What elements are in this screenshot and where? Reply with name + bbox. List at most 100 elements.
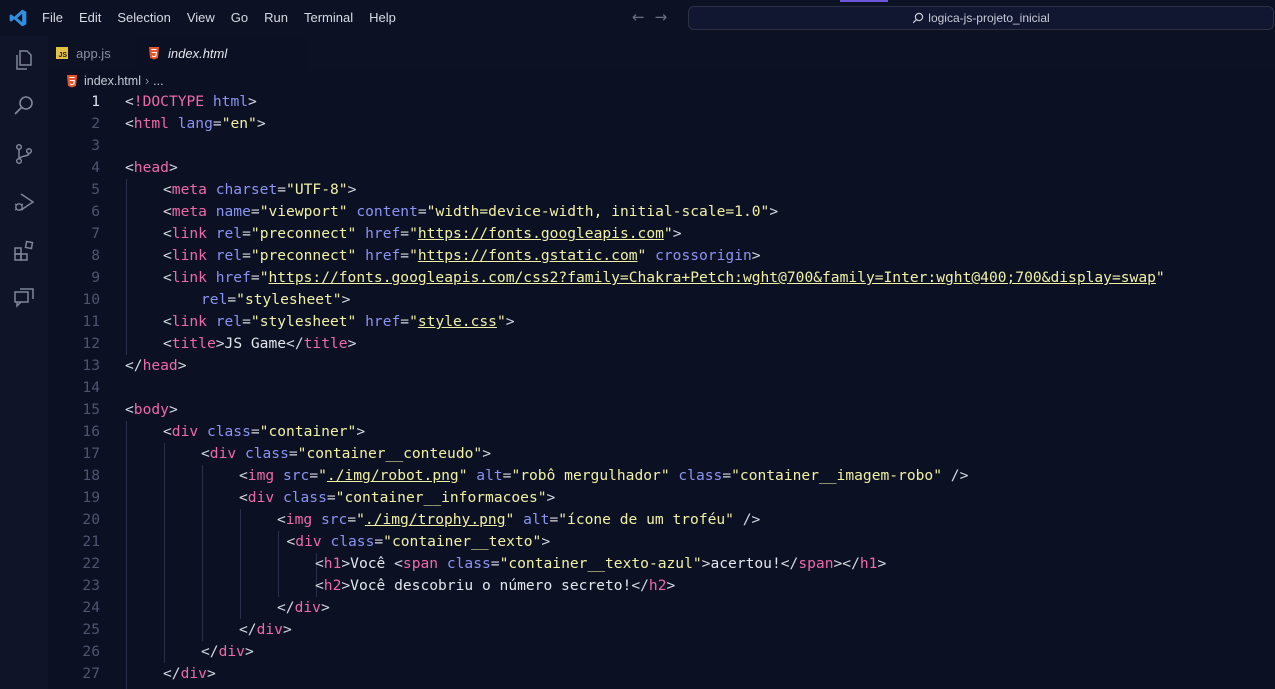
code-line[interactable]: 7 <link rel="preconnect" href="https://fo… (48, 223, 1275, 245)
code-line[interactable]: 27 </div> (48, 663, 1275, 685)
code-token: > (666, 577, 676, 594)
code-token: </ (201, 643, 219, 660)
code-line[interactable]: 10 rel="stylesheet"> (48, 289, 1275, 311)
code-line[interactable]: 3 (48, 135, 1275, 157)
run-debug-icon[interactable] (12, 190, 36, 214)
code-token: h1 (859, 555, 878, 572)
line-number: 7 (91, 225, 100, 242)
code-editor[interactable]: 1 <!DOCTYPE html> 2 <html lang="en"> 3 4 <head… (48, 91, 1275, 689)
forward-arrow-icon[interactable]: → (655, 8, 668, 26)
line-number: 4 (91, 159, 100, 176)
line-number: 9 (91, 269, 100, 286)
code-token: > (177, 357, 187, 374)
line-number: 8 (91, 247, 100, 264)
menu-go[interactable]: Go (223, 0, 256, 36)
line-number: 14 (82, 379, 100, 396)
code-line[interactable]: 17 <div class="container__conteudo"> (48, 443, 1275, 465)
menu-file[interactable]: File (34, 0, 71, 36)
code-token: meta (171, 181, 207, 198)
code-line[interactable]: 12 <title>JS Game</title> (48, 333, 1275, 355)
code-token: class (438, 555, 491, 572)
code-token: > (215, 335, 225, 352)
code-token: ./img/robot.png (326, 467, 459, 484)
code-text: <div class="container__informacoes"> (239, 487, 555, 509)
line-number: 24 (82, 599, 100, 616)
code-token: > (546, 489, 556, 506)
code-token: > (320, 599, 330, 616)
code-token: link (171, 313, 207, 330)
code-token: src (312, 511, 348, 528)
code-token: https://fonts.googleapis.com/css2?family… (268, 269, 1156, 286)
code-line[interactable]: 15 <body> (48, 399, 1275, 421)
code-token: " (409, 313, 418, 330)
code-line[interactable]: 26 </div> (48, 641, 1275, 663)
back-arrow-icon[interactable]: ← (632, 8, 645, 26)
tab-label: app.js (76, 45, 111, 61)
code-token: " (663, 225, 673, 242)
code-text: <img src="./img/trophy.png" alt="ícone d… (277, 509, 760, 531)
code-line[interactable]: 6 <meta name="viewport" content="width=de… (48, 201, 1275, 223)
code-line[interactable]: 24 </div> (48, 597, 1275, 619)
menu-view[interactable]: View (179, 0, 223, 36)
code-line[interactable]: 1 <!DOCTYPE html> (48, 91, 1275, 113)
code-line[interactable]: 4 <head> (48, 157, 1275, 179)
code-token: "container__texto-azul" (499, 555, 702, 572)
code-token: " (356, 511, 365, 528)
menu-terminal[interactable]: Terminal (296, 0, 361, 36)
code-token: < (315, 555, 324, 572)
code-line[interactable]: 16 <div class="container"> (48, 421, 1275, 443)
chat-icon[interactable] (12, 286, 36, 310)
code-token: h2 (323, 577, 342, 594)
code-token: </ (780, 555, 799, 572)
command-center-search[interactable]: logica-js-projeto_inicial (688, 6, 1274, 30)
code-token: > (751, 247, 761, 264)
menu-run[interactable]: Run (256, 0, 296, 36)
code-line[interactable]: 22 <h1>Você <span class="container__texto… (48, 553, 1275, 575)
code-token: "container" (259, 423, 357, 440)
code-line[interactable]: 14 (48, 377, 1275, 399)
code-line[interactable]: 18 <img src="./img/robot.png" alt="robô m… (48, 465, 1275, 487)
html-file-icon (67, 75, 77, 88)
tab-app-js[interactable]: JS app.js (48, 36, 134, 70)
menu-selection[interactable]: Selection (109, 0, 178, 36)
extensions-icon[interactable] (12, 239, 36, 263)
code-token: Você (350, 555, 395, 572)
line-number: 20 (82, 511, 100, 528)
line-number: 2 (91, 115, 100, 132)
tab-index-html[interactable]: index.html (136, 36, 308, 70)
code-token: "en" (221, 115, 257, 132)
code-token: alt (467, 467, 503, 484)
code-token: > (541, 533, 551, 550)
search-icon[interactable] (12, 94, 36, 118)
code-line[interactable]: 23 <h2>Você descobriu o número secreto!</… (48, 575, 1275, 597)
code-line[interactable]: 20 <img src="./img/trophy.png" alt="ícone… (48, 509, 1275, 531)
code-token: "robô mergulhador" (511, 467, 670, 484)
code-token: rel (206, 247, 243, 264)
code-token: h2 (648, 577, 667, 594)
code-line[interactable]: 21 <div class="container__texto"> (48, 531, 1275, 553)
title-accent-bar (840, 0, 888, 2)
code-token: " (409, 247, 418, 264)
breadcrumb-file[interactable]: index.html (84, 74, 141, 88)
breadcrumb-symbols[interactable]: ... (153, 74, 163, 88)
code-line[interactable]: 8 <link rel="preconnect" href="https://fo… (48, 245, 1275, 267)
code-line[interactable]: 9 <link href= "https://fonts.googleapis.co… (48, 267, 1275, 289)
code-line[interactable]: 2 <html lang="en"> (48, 113, 1275, 135)
line-number: 27 (82, 665, 100, 682)
menu-edit[interactable]: Edit (71, 0, 109, 36)
code-line[interactable]: 25 </div> (48, 619, 1275, 641)
explorer-icon[interactable] (12, 48, 36, 72)
code-line[interactable]: 13 </head> (48, 355, 1275, 377)
code-token: > (769, 203, 779, 220)
code-line[interactable]: 5 <meta charset="UTF-8"> (48, 179, 1275, 201)
code-token: "UTF-8" (286, 181, 348, 198)
code-token: < (201, 445, 210, 462)
code-line[interactable]: 19 <div class="container__informacoes"> (48, 487, 1275, 509)
code-token: /> (733, 511, 761, 528)
source-control-icon[interactable] (12, 142, 36, 166)
menu-help[interactable]: Help (361, 0, 404, 36)
code-line[interactable]: 11 <link rel="stylesheet" href="style.css… (48, 311, 1275, 333)
code-text: <div class="container"> (163, 421, 365, 443)
line-number: 19 (82, 489, 100, 506)
code-token: crossorigin (646, 247, 752, 264)
